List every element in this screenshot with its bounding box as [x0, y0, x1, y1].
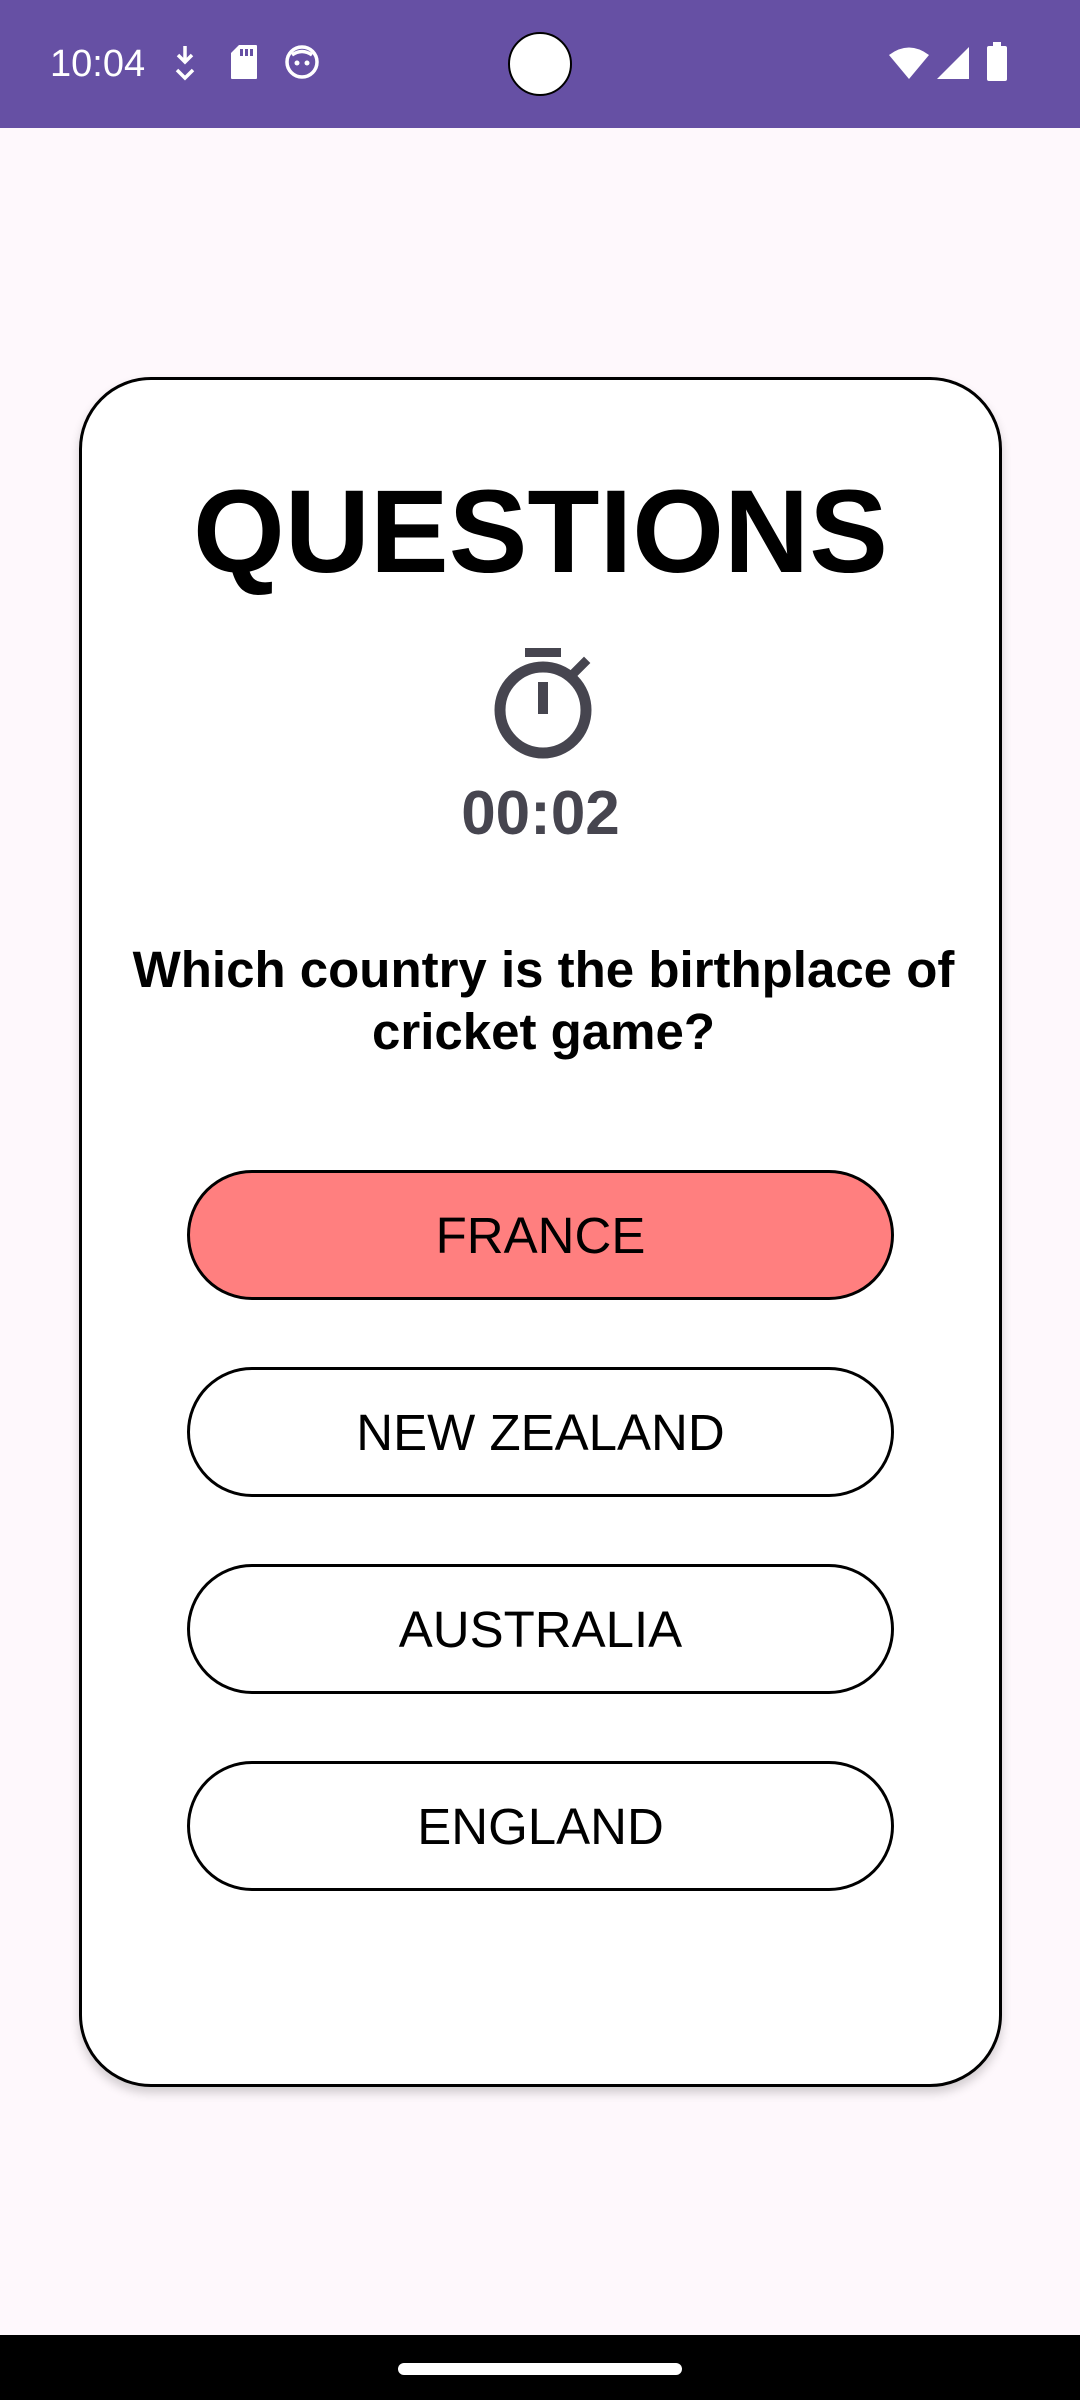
home-indicator[interactable]	[398, 2363, 682, 2375]
page-title: QUESTIONS	[193, 466, 888, 598]
camera-cutout	[508, 32, 572, 96]
answer-button-australia[interactable]: AUSTRALIA	[187, 1564, 894, 1694]
sd-card-icon	[230, 44, 258, 85]
quiz-card: QUESTIONS 00:02 Which country is the bir…	[79, 377, 1002, 2087]
timer-value: 00:02	[461, 779, 620, 848]
navigation-bar	[0, 2335, 1080, 2400]
status-bar: 10:04	[0, 0, 1080, 128]
battery-icon	[986, 42, 1008, 87]
answer-button-england[interactable]: ENGLAND	[187, 1761, 894, 1891]
answer-button-france[interactable]: FRANCE	[187, 1170, 894, 1300]
download-icon	[174, 44, 196, 89]
stopwatch-icon	[491, 646, 595, 762]
wifi-icon	[888, 46, 930, 85]
status-time: 10:04	[50, 43, 146, 85]
face-icon	[284, 44, 320, 85]
question-text: Which country is the birthplace of crick…	[132, 941, 955, 1060]
cellular-signal-icon	[936, 46, 970, 85]
answer-button-new-zealand[interactable]: NEW ZEALAND	[187, 1367, 894, 1497]
